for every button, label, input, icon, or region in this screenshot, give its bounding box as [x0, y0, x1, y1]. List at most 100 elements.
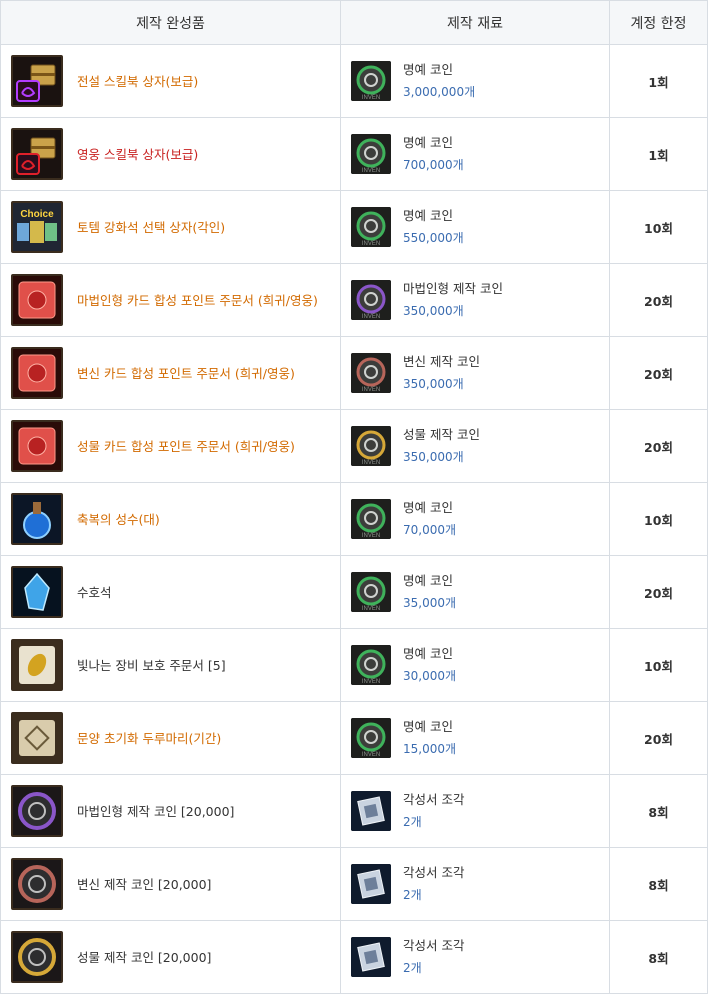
- item-name[interactable]: 영웅 스킬북 상자(보급): [77, 144, 210, 165]
- awakening-fragment-icon: [351, 937, 391, 977]
- material-info: INVEN 변신 제작 코인 350,000개: [341, 351, 609, 395]
- result-cell: 빛나는 장비 보호 주문서 [5]: [0, 628, 341, 702]
- material-cell: INVEN 변신 제작 코인 350,000개: [340, 336, 610, 410]
- material-info: INVEN 명예 코인 30,000개: [341, 643, 609, 687]
- table-row: 변신 제작 코인 [20,000] 각성서 조각 2개 8회: [0, 847, 708, 921]
- result-item: 전설 스킬북 상자(보급): [1, 55, 340, 107]
- svg-text:INVEN: INVEN: [362, 95, 380, 101]
- account-limit: 8회: [609, 920, 708, 994]
- result-cell: 마법인형 카드 합성 포인트 주문서 (희귀/영웅): [0, 263, 341, 337]
- svg-text:INVEN: INVEN: [362, 387, 380, 393]
- awakening-fragment-icon: [351, 864, 391, 904]
- material-quantity: 3,000,000개: [403, 85, 476, 99]
- material-quantity: 2개: [403, 815, 422, 829]
- material-name: 명예 코인: [403, 135, 453, 150]
- item-name[interactable]: 마법인형 제작 코인 [20,000]: [77, 801, 246, 822]
- guardian-stone-icon: [11, 566, 63, 618]
- material-name: 변신 제작 코인: [403, 354, 480, 369]
- result-item: 변신 카드 합성 포인트 주문서 (희귀/영웅): [1, 347, 340, 399]
- legend-skillbook-chest-icon: [11, 55, 63, 107]
- material-name: 명예 코인: [403, 62, 453, 77]
- item-name[interactable]: 토템 강화석 선택 상자(각인): [77, 217, 237, 238]
- table-row: 성물 제작 코인 [20,000] 각성서 조각 2개 8회: [0, 920, 708, 994]
- header-limit: 계정 한정: [609, 0, 708, 45]
- item-name[interactable]: 문양 초기화 두루마리(기간): [77, 728, 233, 749]
- svg-text:INVEN: INVEN: [362, 241, 380, 247]
- result-cell: 수호석: [0, 555, 341, 629]
- material-text: 변신 제작 코인 350,000개: [403, 351, 480, 395]
- material-info: 각성서 조각 2개: [341, 789, 609, 833]
- svg-text:INVEN: INVEN: [362, 533, 380, 539]
- material-text: 명예 코인 15,000개: [403, 716, 456, 760]
- material-quantity: 70,000개: [403, 523, 457, 537]
- material-info: INVEN 마법인형 제작 코인 350,000개: [341, 278, 609, 322]
- account-limit: 10회: [609, 190, 708, 264]
- table-row: 마법인형 카드 합성 포인트 주문서 (희귀/영웅) INVEN 마법인형 제작…: [0, 263, 708, 337]
- material-text: 명예 코인 550,000개: [403, 205, 464, 249]
- item-name[interactable]: 빛나는 장비 보호 주문서 [5]: [77, 655, 238, 676]
- transform-coin-item-icon: [11, 858, 63, 910]
- result-item: 마법인형 제작 코인 [20,000]: [1, 785, 340, 837]
- account-limit: 10회: [609, 628, 708, 702]
- item-name[interactable]: 변신 카드 합성 포인트 주문서 (희귀/영웅): [77, 363, 307, 384]
- material-name: 각성서 조각: [403, 792, 465, 807]
- material-cell: INVEN 명예 코인 550,000개: [340, 190, 610, 264]
- material-text: 명예 코인 35,000개: [403, 570, 456, 614]
- table-row: 축복의 성수(대) INVEN 명예 코인 70,000개 10회: [0, 482, 708, 556]
- svg-text:INVEN: INVEN: [362, 606, 380, 612]
- material-name: 명예 코인: [403, 719, 453, 734]
- material-quantity: 700,000개: [403, 158, 464, 172]
- table-row: 전설 스킬북 상자(보급) INVEN 명예 코인 3,000,000개 1회: [0, 44, 708, 118]
- relic-coin-item-icon: [11, 931, 63, 983]
- account-limit: 20회: [609, 336, 708, 410]
- item-name[interactable]: 전설 스킬북 상자(보급): [77, 71, 210, 92]
- material-quantity: 2개: [403, 961, 422, 975]
- item-name[interactable]: 성물 카드 합성 포인트 주문서 (희귀/영웅): [77, 436, 307, 457]
- header-result: 제작 완성품: [0, 0, 341, 45]
- item-name[interactable]: 축복의 성수(대): [77, 509, 172, 530]
- account-limit: 20회: [609, 409, 708, 483]
- account-limit: 10회: [609, 482, 708, 556]
- result-cell: 문양 초기화 두루마리(기간): [0, 701, 341, 775]
- account-limit: 1회: [609, 117, 708, 191]
- item-name[interactable]: 성물 제작 코인 [20,000]: [77, 947, 223, 968]
- totem-choice-box-icon: Choice: [11, 201, 63, 253]
- svg-text:INVEN: INVEN: [362, 752, 380, 758]
- doll-card-scroll-icon: [11, 274, 63, 326]
- material-name: 각성서 조각: [403, 938, 465, 953]
- material-cell: 각성서 조각 2개: [340, 847, 610, 921]
- material-text: 명예 코인 700,000개: [403, 132, 464, 176]
- material-info: INVEN 명예 코인 3,000,000개: [341, 59, 609, 103]
- material-quantity: 350,000개: [403, 450, 464, 464]
- result-item: 문양 초기화 두루마리(기간): [1, 712, 340, 764]
- material-name: 명예 코인: [403, 208, 453, 223]
- result-item: 성물 제작 코인 [20,000]: [1, 931, 340, 983]
- result-cell: 성물 카드 합성 포인트 주문서 (희귀/영웅): [0, 409, 341, 483]
- material-quantity: 2개: [403, 888, 422, 902]
- blessed-water-icon: [11, 493, 63, 545]
- result-cell: 성물 제작 코인 [20,000]: [0, 920, 341, 994]
- honor-coin-icon: INVEN: [351, 718, 391, 758]
- header-material: 제작 재료: [340, 0, 610, 45]
- result-item: 성물 카드 합성 포인트 주문서 (희귀/영웅): [1, 420, 340, 472]
- material-info: 각성서 조각 2개: [341, 862, 609, 906]
- account-limit: 8회: [609, 774, 708, 848]
- equipment-protect-scroll-icon: [11, 639, 63, 691]
- result-item: 빛나는 장비 보호 주문서 [5]: [1, 639, 340, 691]
- result-item: 마법인형 카드 합성 포인트 주문서 (희귀/영웅): [1, 274, 340, 326]
- table-header-row: 제작 완성품 제작 재료 계정 한정: [0, 0, 708, 45]
- material-name: 마법인형 제작 코인: [403, 281, 503, 296]
- item-name[interactable]: 변신 제작 코인 [20,000]: [77, 874, 223, 895]
- honor-coin-icon: INVEN: [351, 61, 391, 101]
- pattern-reset-scroll-icon: [11, 712, 63, 764]
- result-item: Choice 토템 강화석 선택 상자(각인): [1, 201, 340, 253]
- result-item: 영웅 스킬북 상자(보급): [1, 128, 340, 180]
- material-cell: INVEN 명예 코인 30,000개: [340, 628, 610, 702]
- material-cell: INVEN 명예 코인 700,000개: [340, 117, 610, 191]
- awakening-fragment-icon: [351, 791, 391, 831]
- result-cell: 마법인형 제작 코인 [20,000]: [0, 774, 341, 848]
- svg-text:Choice: Choice: [20, 209, 54, 220]
- result-cell: 변신 제작 코인 [20,000]: [0, 847, 341, 921]
- item-name[interactable]: 마법인형 카드 합성 포인트 주문서 (희귀/영웅): [77, 290, 330, 311]
- item-name[interactable]: 수호석: [77, 582, 124, 603]
